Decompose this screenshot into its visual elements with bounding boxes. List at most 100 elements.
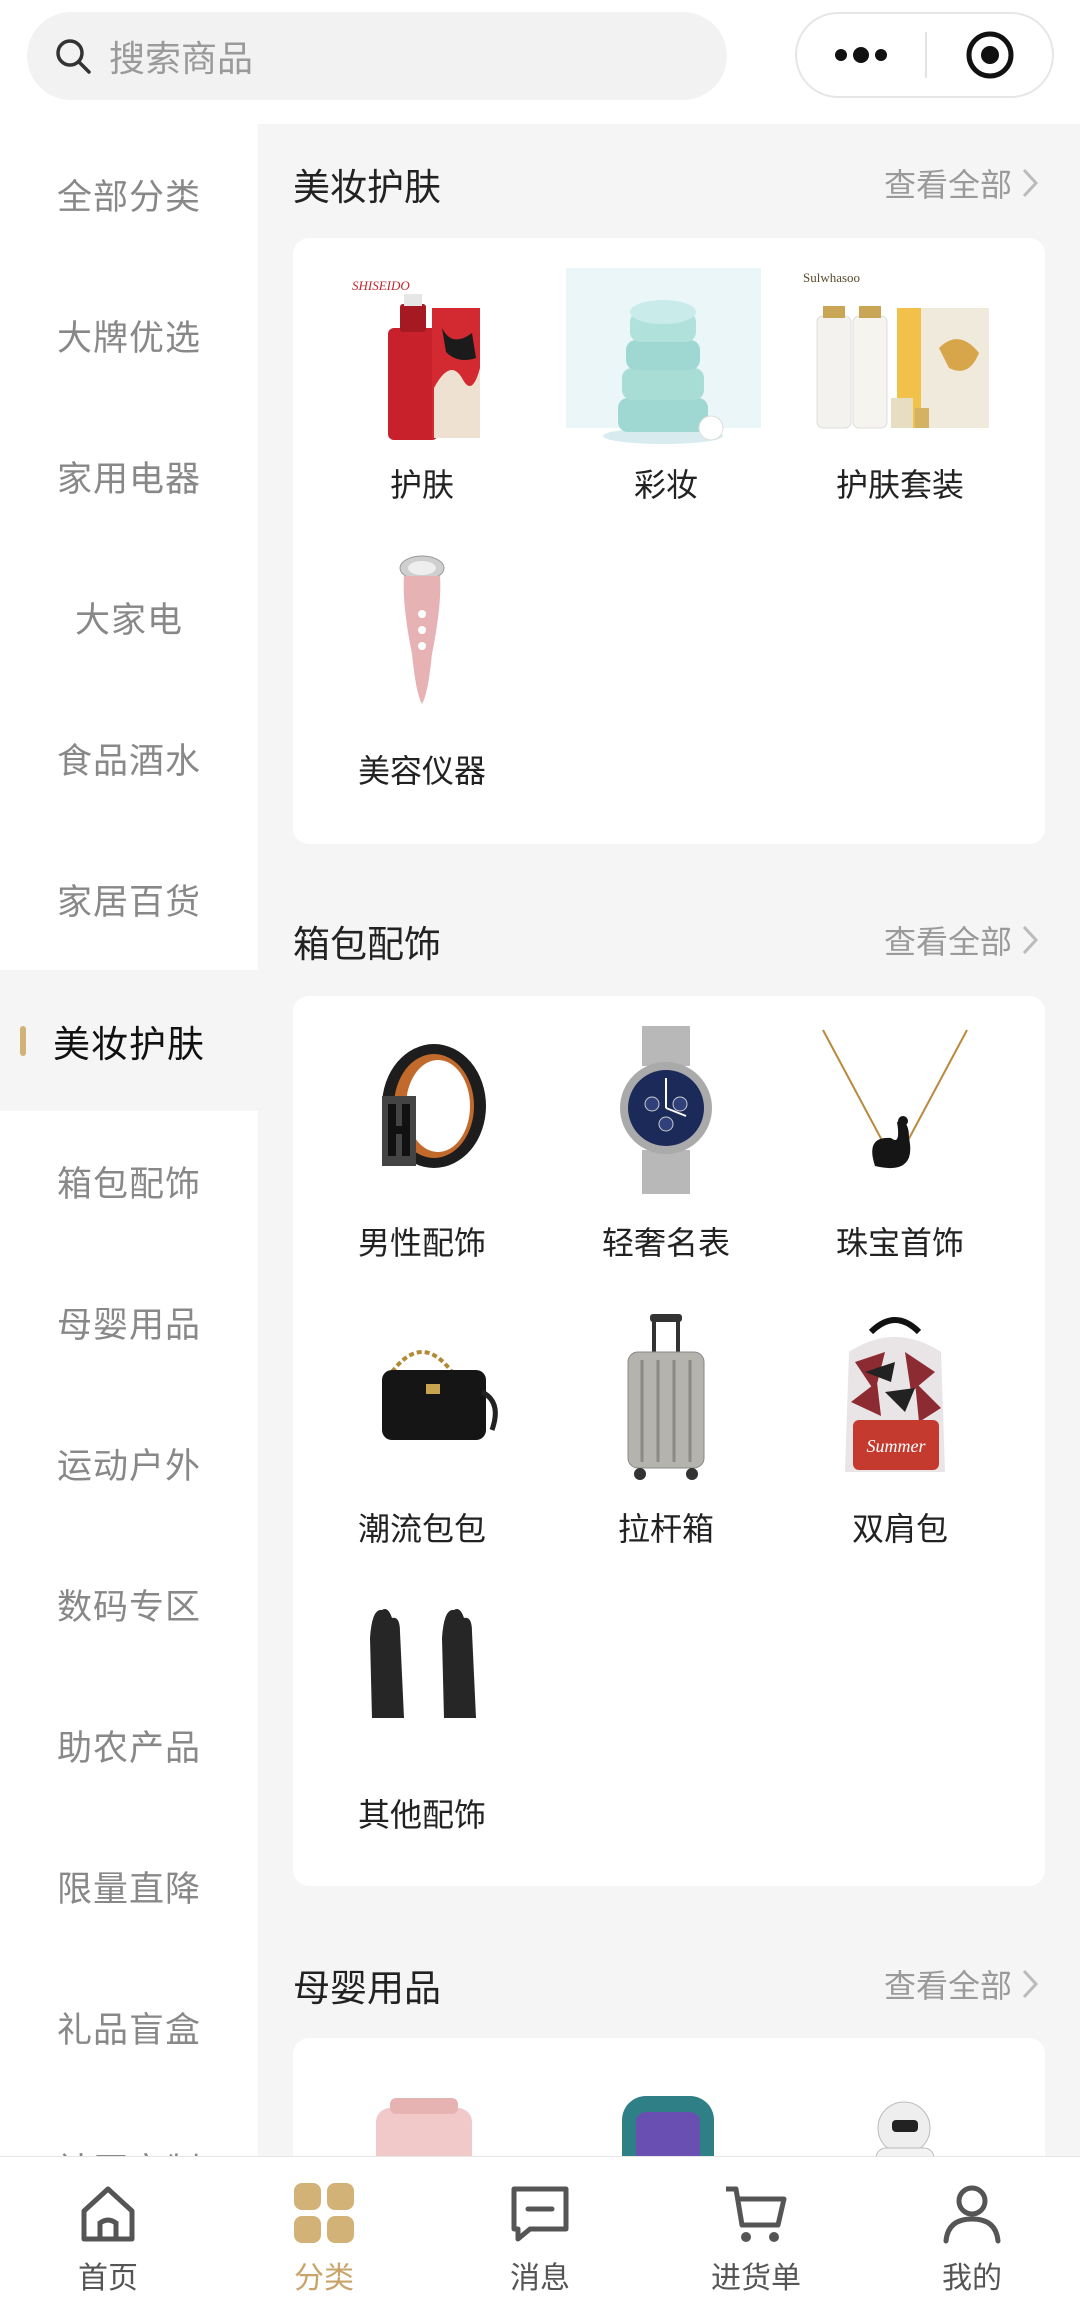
tab-home[interactable]: 首页: [0, 2157, 216, 2306]
sidebar-item-label: 数码专区: [56, 1588, 201, 1628]
category-item-luggage[interactable]: 拉杆箱: [551, 1282, 781, 1562]
chevron-right-icon: [1022, 168, 1039, 198]
category-item-label: 珠宝首饰: [835, 1224, 964, 1262]
tab-cart[interactable]: 进货单: [648, 2157, 864, 2306]
more-button[interactable]: [797, 14, 925, 96]
sidebar-item-label: 食品酒水: [56, 742, 201, 782]
bags-category-card: 男性配饰 轻奢名表 珠宝首饰 潮流包包 拉杆箱 Summer 双肩包 其他配饰: [293, 996, 1045, 1886]
message-icon: [511, 2186, 569, 2242]
sidebar-item-label: 运动户外: [56, 1447, 201, 1487]
sidebar-item-label: 母婴用品: [56, 1306, 201, 1346]
sidebar-item-food-drinks[interactable]: 食品酒水: [0, 688, 258, 829]
sidebar-item-digital[interactable]: 数码专区: [0, 1534, 258, 1675]
sidebar-item-bags[interactable]: 箱包配饰: [0, 1111, 258, 1252]
view-all-baby-link[interactable]: 查看全部: [884, 1961, 1040, 2007]
baby-category-card: [293, 2038, 1045, 2156]
beauty-category-card: SHISEIDO 护肤 彩妆 Sulwhasoo 护肤套装 美容仪器: [293, 238, 1045, 844]
sidebar-item-gift-box[interactable]: 礼品盲盒: [0, 1957, 258, 2098]
sidebar-item-community[interactable]: 社区定制: [0, 2098, 258, 2156]
tab-category[interactable]: 分类: [216, 2157, 432, 2306]
sidebar-item-label: 全部分类: [56, 178, 201, 218]
robot-toy-product-image: [820, 2068, 980, 2156]
cart-icon: [726, 2186, 787, 2242]
category-item-skincare[interactable]: SHISEIDO 护肤: [307, 238, 537, 518]
category-item-label: 美容仪器: [357, 752, 486, 790]
category-item-baby-3[interactable]: [785, 2038, 1015, 2156]
mini-program-capsule: [795, 12, 1054, 98]
sidebar-item-brands[interactable]: 大牌优选: [0, 265, 258, 406]
category-item-label: 潮流包包: [357, 1510, 486, 1548]
svg-text:Sulwhasoo: Sulwhasoo: [803, 270, 860, 285]
sidebar-item-price-drop[interactable]: 限量直降: [0, 1816, 258, 1957]
category-item-jewelry[interactable]: 珠宝首饰: [785, 996, 1015, 1276]
view-all-bags-link[interactable]: 查看全部: [884, 917, 1040, 963]
sidebar-item-all[interactable]: 全部分类: [0, 124, 258, 265]
category-item-baby-1[interactable]: [307, 2038, 537, 2156]
category-item-label: 双肩包: [851, 1510, 948, 1548]
sidebar-item-household[interactable]: 家居百货: [0, 829, 258, 970]
sidebar-item-label: 礼品盲盒: [56, 2011, 201, 2051]
tab-profile[interactable]: 我的: [864, 2157, 1080, 2306]
sidebar-item-label: 限量直降: [56, 1870, 201, 1910]
view-all-label: 查看全部: [883, 923, 1012, 961]
category-item-skincare-set[interactable]: Sulwhasoo 护肤套装: [785, 238, 1015, 518]
chevron-right-icon: [1022, 925, 1039, 955]
category-item-label: 彩妆: [633, 466, 698, 504]
sidebar-item-label: 箱包配饰: [56, 1165, 201, 1205]
category-item-watches[interactable]: 轻奢名表: [551, 996, 781, 1276]
category-item-makeup[interactable]: 彩妆: [551, 238, 781, 518]
more-dots-icon: [835, 47, 887, 63]
search-icon: [53, 36, 93, 76]
kids-watch-product-image: [586, 2068, 746, 2156]
category-item-label: 拉杆箱: [617, 1510, 714, 1548]
bottom-tab-bar: 首页 分类 消息 进货单 我的: [0, 2156, 1080, 2306]
backpack-product-image: Summer: [815, 1312, 975, 1472]
sidebar-item-label: 大家电: [74, 601, 183, 641]
section-title-beauty: 美妆护肤: [293, 166, 441, 209]
category-item-backpack[interactable]: Summer 双肩包: [785, 1282, 1015, 1562]
tab-label: 我的: [942, 2261, 1002, 2296]
svg-text:SHISEIDO: SHISEIDO: [352, 278, 410, 293]
beauty-device-product-image: [342, 554, 502, 714]
category-item-baby-2[interactable]: [551, 2038, 781, 2156]
watch-product-image: [586, 1026, 746, 1194]
sidebar-item-label: 家用电器: [56, 460, 201, 500]
sidebar-item-large-appliances[interactable]: 大家电: [0, 547, 258, 688]
tab-label: 首页: [78, 2261, 138, 2296]
tab-label: 消息: [510, 2261, 570, 2296]
category-item-handbags[interactable]: 潮流包包: [307, 1282, 537, 1562]
view-all-label: 查看全部: [883, 166, 1012, 204]
necklace-product-image: [805, 1026, 968, 1186]
svg-text:Summer: Summer: [867, 1436, 927, 1456]
search-bar[interactable]: 搜索商品: [27, 12, 727, 100]
sidebar-item-baby[interactable]: 母婴用品: [0, 1252, 258, 1393]
section-title-baby: 母婴用品: [293, 1967, 441, 2010]
sidebar-item-label: 助农产品: [56, 1729, 201, 1769]
tab-messages[interactable]: 消息: [432, 2157, 648, 2306]
gloves-product-image: [342, 1598, 502, 1758]
category-item-mens-accessories[interactable]: 男性配饰: [307, 996, 537, 1276]
chevron-right-icon: [1022, 1969, 1039, 1999]
user-icon: [943, 2185, 1001, 2244]
makeup-product-image: [566, 268, 761, 444]
category-item-label: 轻奢名表: [601, 1224, 730, 1262]
sidebar-item-home-appliances[interactable]: 家用电器: [0, 406, 258, 547]
close-mini-program-button[interactable]: [927, 14, 1052, 96]
home-icon: [81, 2186, 135, 2242]
belt-product-image: [342, 1026, 502, 1186]
sidebar-item-beauty[interactable]: 美妆护肤: [0, 970, 258, 1111]
view-all-beauty-link[interactable]: 查看全部: [884, 160, 1040, 206]
category-item-other-accessories[interactable]: 其他配饰: [307, 1568, 537, 1848]
category-item-label: 护肤: [389, 466, 454, 504]
baby-product-image: [342, 2068, 502, 2156]
skincare-set-product-image: Sulwhasoo: [799, 268, 999, 429]
active-indicator: [20, 1026, 26, 1056]
category-item-label: 其他配饰: [357, 1796, 486, 1834]
tab-label: 进货单: [711, 2261, 801, 2296]
sidebar-item-sports[interactable]: 运动户外: [0, 1393, 258, 1534]
sidebar-item-agriculture[interactable]: 助农产品: [0, 1675, 258, 1816]
top-bar: 搜索商品: [0, 0, 1080, 124]
category-grid-icon: [294, 2183, 354, 2243]
category-item-beauty-device[interactable]: 美容仪器: [307, 524, 537, 804]
section-title-bags: 箱包配饰: [293, 923, 441, 966]
